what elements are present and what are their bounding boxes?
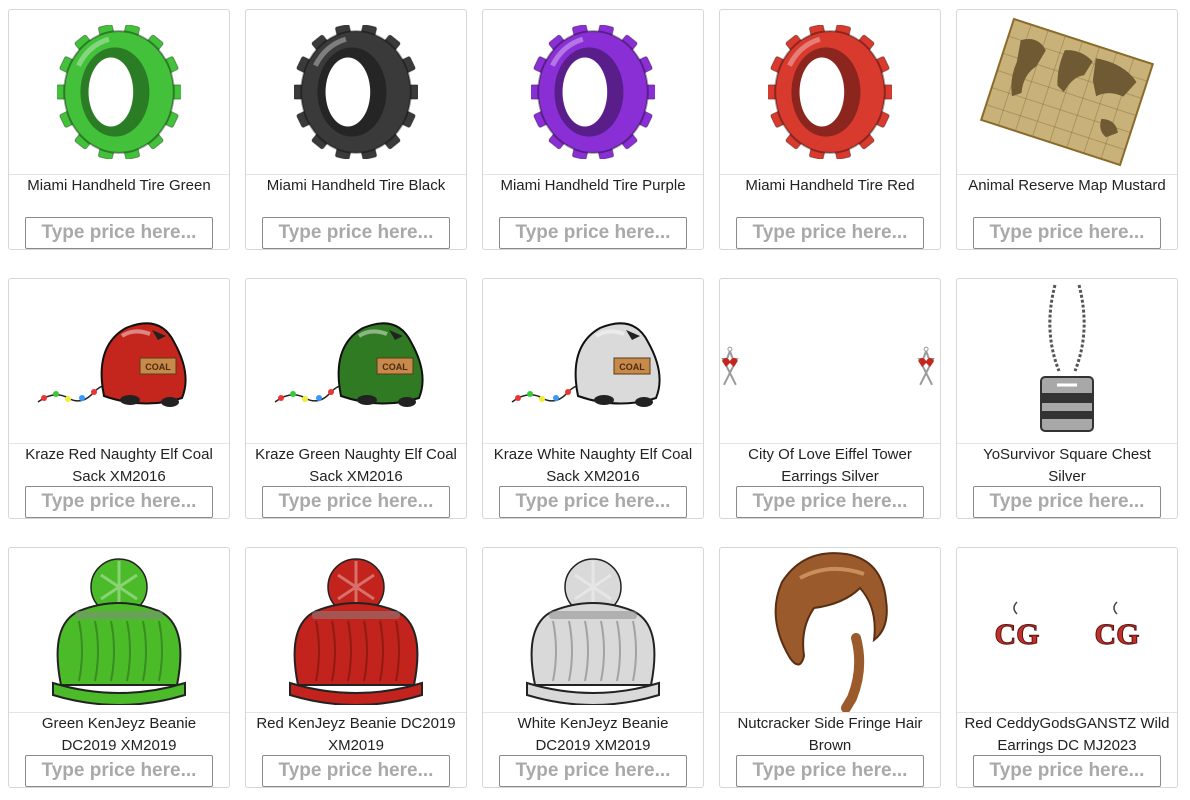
hair-icon xyxy=(720,548,940,713)
product-name: Kraze Red Naughty Elf Coal Sack XM2016 xyxy=(25,446,213,485)
price-input[interactable] xyxy=(25,486,213,518)
beanie-icon xyxy=(246,548,466,713)
product-card: COAL Kraze Red Naughty Elf Coal Sack XM2… xyxy=(8,278,230,519)
price-input[interactable] xyxy=(25,217,213,249)
tire-icon xyxy=(9,10,229,175)
eiffel-earrings-icon xyxy=(720,279,940,444)
chest-pendant-icon xyxy=(957,279,1177,444)
product-name: Animal Reserve Map Mustard xyxy=(968,177,1166,194)
beanie-icon xyxy=(483,548,703,713)
coal-sack-icon: COAL xyxy=(246,279,466,444)
price-input[interactable] xyxy=(262,486,450,518)
product-card: YoSurvivor Square Chest Silver xyxy=(956,278,1178,519)
price-input[interactable] xyxy=(499,486,687,518)
product-card: Miami Handheld Tire Green xyxy=(8,9,230,250)
svg-text:COAL: COAL xyxy=(145,362,171,372)
product-card: COAL Kraze White Naughty Elf Coal Sack X… xyxy=(482,278,704,519)
coal-sack-icon: COAL xyxy=(483,279,703,444)
price-input[interactable] xyxy=(262,755,450,787)
product-name: Nutcracker Side Fringe Hair Brown xyxy=(737,715,923,754)
map-icon xyxy=(957,10,1177,175)
product-card: CG CG Red CeddyGodsGANSTZ Wild Earrings … xyxy=(956,547,1178,788)
product-name: Miami Handheld Tire Black xyxy=(266,177,446,194)
product-card: Miami Handheld Tire Black xyxy=(245,9,467,250)
price-input[interactable] xyxy=(973,217,1161,249)
product-name: YoSurvivor Square Chest Silver xyxy=(983,446,1151,485)
product-card: City Of Love Eiffel Tower Earrings Silve… xyxy=(719,278,941,519)
price-input[interactable] xyxy=(25,755,213,787)
svg-text:CG: CG xyxy=(1095,618,1140,651)
product-name: Miami Handheld Tire Green xyxy=(27,177,211,194)
price-input[interactable] xyxy=(499,217,687,249)
svg-text:COAL: COAL xyxy=(382,362,408,372)
tire-icon xyxy=(246,10,466,175)
product-card: Miami Handheld Tire Purple xyxy=(482,9,704,250)
product-name: Kraze Green Naughty Elf Coal Sack XM2016 xyxy=(255,446,457,485)
product-card: White KenJeyz Beanie DC2019 XM2019 xyxy=(482,547,704,788)
price-input[interactable] xyxy=(973,486,1161,518)
svg-text:COAL: COAL xyxy=(619,362,645,372)
tire-icon xyxy=(483,10,703,175)
svg-text:CG: CG xyxy=(995,618,1040,651)
product-grid: Miami Handheld Tire Green Miami Handheld… xyxy=(8,9,1178,788)
product-name: Miami Handheld Tire Purple xyxy=(500,177,686,194)
price-input[interactable] xyxy=(499,755,687,787)
price-input[interactable] xyxy=(262,217,450,249)
product-name: Red CeddyGodsGANSTZ Wild Earrings DC MJ2… xyxy=(964,715,1170,754)
product-card: Green KenJeyz Beanie DC2019 XM2019 xyxy=(8,547,230,788)
price-input[interactable] xyxy=(736,217,924,249)
cg-earrings-icon: CG CG xyxy=(957,548,1177,713)
beanie-icon xyxy=(9,548,229,713)
product-name: City Of Love Eiffel Tower Earrings Silve… xyxy=(748,446,912,485)
product-name: Red KenJeyz Beanie DC2019 XM2019 xyxy=(256,715,456,754)
product-name: Green KenJeyz Beanie DC2019 XM2019 xyxy=(41,715,197,754)
product-card: Animal Reserve Map Mustard xyxy=(956,9,1178,250)
product-name: Miami Handheld Tire Red xyxy=(745,177,915,194)
product-card: Nutcracker Side Fringe Hair Brown xyxy=(719,547,941,788)
coal-sack-icon: COAL xyxy=(9,279,229,444)
product-name: Kraze White Naughty Elf Coal Sack XM2016 xyxy=(493,446,693,485)
product-name: White KenJeyz Beanie DC2019 XM2019 xyxy=(517,715,669,754)
price-input[interactable] xyxy=(736,486,924,518)
price-input[interactable] xyxy=(973,755,1161,787)
product-card: Miami Handheld Tire Red xyxy=(719,9,941,250)
product-card: COAL Kraze Green Naughty Elf Coal Sack X… xyxy=(245,278,467,519)
price-input[interactable] xyxy=(736,755,924,787)
tire-icon xyxy=(720,10,940,175)
product-card: Red KenJeyz Beanie DC2019 XM2019 xyxy=(245,547,467,788)
